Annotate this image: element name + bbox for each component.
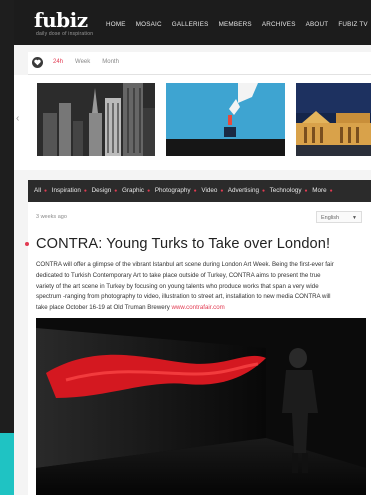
main-content: fubiz daily dose of inspiration HOME MOS… <box>14 0 371 495</box>
article-title[interactable]: CONTRA: Young Turks to Take over London! <box>36 236 330 252</box>
category-more[interactable]: More <box>312 187 326 194</box>
category-all[interactable]: All <box>34 187 41 194</box>
nav-item-members[interactable]: MEMBERS <box>219 21 252 28</box>
separator-dot: ● <box>193 188 197 194</box>
featured-thumb-illustration[interactable] <box>166 83 285 156</box>
nav-item-home[interactable]: HOME <box>106 21 126 28</box>
category-graphic[interactable]: Graphic <box>122 187 144 194</box>
nav-item-galleries[interactable]: GALLERIES <box>172 21 209 28</box>
site-header: fubiz daily dose of inspiration HOME MOS… <box>14 0 371 45</box>
featured-thumb-palace[interactable] <box>296 83 371 156</box>
nav-item-fubiz-tv[interactable]: FUBIZ TV <box>338 21 367 28</box>
article-body-line: dedicated to Turkish Contemporary Art to… <box>36 271 321 279</box>
featured-thumb-city[interactable] <box>37 83 155 156</box>
tab-24h[interactable]: 24h <box>53 59 63 65</box>
nav-item-mosaic[interactable]: MOSAIC <box>136 21 162 28</box>
separator-dot: ● <box>44 188 48 194</box>
article-hero-image[interactable] <box>36 318 366 495</box>
tab-week[interactable]: Week <box>75 59 90 65</box>
article-body-line: take place October 16-19 at Old Truman B… <box>36 304 225 312</box>
featured-slider: ‹ <box>14 75 371 170</box>
time-filter-bar: 24h Week Month <box>28 52 371 75</box>
article-body-line: variety of the art scene in Turkey by fo… <box>36 282 319 290</box>
category-inspiration[interactable]: Inspiration <box>52 187 81 194</box>
tab-month[interactable]: Month <box>102 59 119 65</box>
separator-dot: ● <box>220 188 224 194</box>
category-technology[interactable]: Technology <box>270 187 302 194</box>
article-marker-dot <box>25 242 29 246</box>
time-tabs: 24h Week Month <box>53 59 131 65</box>
separator-dot: ● <box>114 188 118 194</box>
category-video[interactable]: Video <box>201 187 217 194</box>
nav-item-archives[interactable]: ARCHIVES <box>262 21 296 28</box>
page: fubiz daily dose of inspiration HOME MOS… <box>0 0 371 495</box>
category-nav: All ● Inspiration ● Design ● Graphic ● Photo… <box>28 180 371 202</box>
article-body-line: spectrum -ranging from photography to vi… <box>36 293 331 301</box>
site-logo[interactable]: fubiz <box>34 10 88 30</box>
article-body-line: CONTRA will offer a glimpse of the vibra… <box>36 261 334 268</box>
article-link[interactable]: www.contrafair.com <box>172 304 225 311</box>
side-accent-strip <box>0 433 14 495</box>
separator-dot: ● <box>83 188 87 194</box>
category-advertising[interactable]: Advertising <box>228 187 259 194</box>
category-design[interactable]: Design <box>92 187 112 194</box>
category-photography[interactable]: Photography <box>155 187 191 194</box>
separator-dot: ● <box>304 188 308 194</box>
site-tagline: daily dose of inspiration <box>36 31 94 37</box>
article-body: CONTRA will offer a glimpse of the vibra… <box>36 260 371 314</box>
chevron-down-icon: ▼ <box>352 215 357 221</box>
article-date: 3 weeks ago <box>36 214 67 220</box>
heart-icon[interactable] <box>32 57 43 68</box>
nav-item-about[interactable]: ABOUT <box>306 21 329 28</box>
chevron-left-icon[interactable]: ‹ <box>16 113 26 129</box>
main-nav: HOME MOSAIC GALLERIES MEMBERS ARCHIVES A… <box>106 21 371 28</box>
language-value: English <box>321 215 340 221</box>
language-select[interactable]: English ▼ <box>316 211 362 223</box>
article-card: 3 weeks ago English ▼ CONTRA: Young Turk… <box>25 202 371 495</box>
separator-dot: ● <box>261 188 265 194</box>
more-indicator-dot: ● <box>329 188 333 194</box>
separator-dot: ● <box>147 188 151 194</box>
